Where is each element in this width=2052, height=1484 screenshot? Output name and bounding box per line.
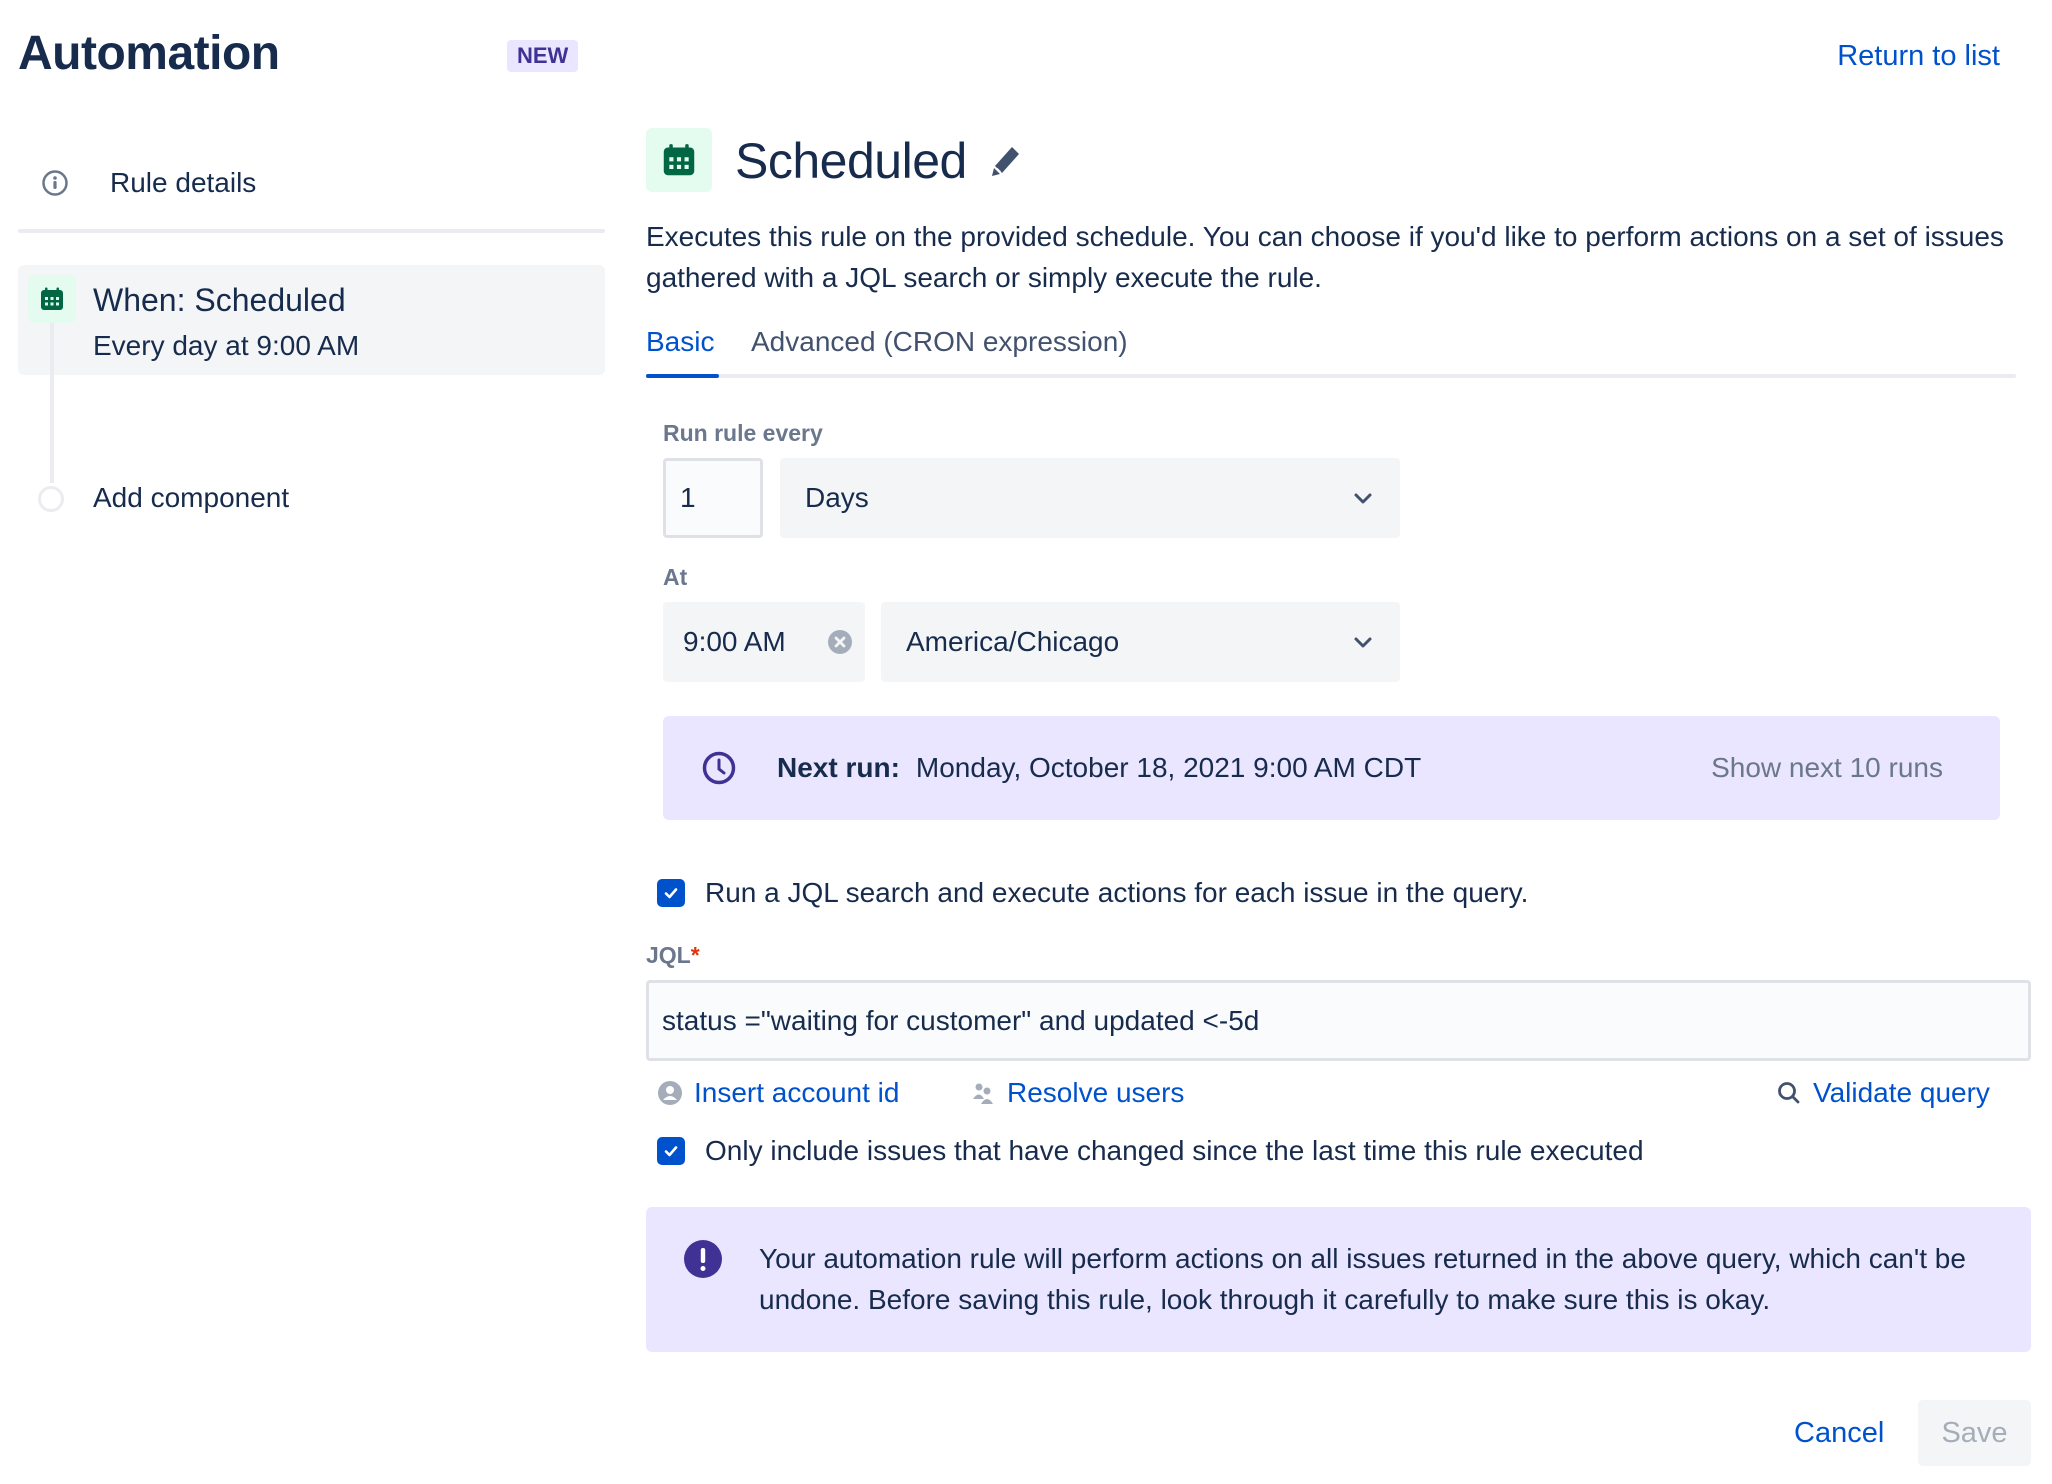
people-icon xyxy=(969,1079,997,1107)
only-changed-issues-label: Only include issues that have changed si… xyxy=(705,1135,1644,1166)
next-run-value: Monday, October 18, 2021 9:00 AM CDT xyxy=(915,752,1422,783)
edit-pencil-icon[interactable] xyxy=(988,143,1024,179)
required-marker: * xyxy=(690,942,700,968)
insert-account-id-link[interactable]: Insert account id xyxy=(656,1077,899,1109)
jql-search-checkbox-label: Run a JQL search and execute actions for… xyxy=(705,877,1529,908)
save-button[interactable]: Save xyxy=(1918,1400,2031,1466)
app-title: Automation xyxy=(18,27,280,80)
sidebar-divider xyxy=(18,229,605,233)
only-changed-issues-checkbox[interactable]: Only include issues that have changed si… xyxy=(657,1135,1644,1167)
timezone-select[interactable]: America/Chicago xyxy=(881,602,1400,682)
clear-icon[interactable] xyxy=(827,629,853,655)
show-next-runs-link[interactable]: Show next 10 runs xyxy=(1711,752,1943,784)
validate-query-link[interactable]: Validate query xyxy=(1775,1077,1990,1109)
next-run-label: Next run: xyxy=(777,752,900,783)
new-badge: NEW xyxy=(507,40,579,72)
next-run-panel: Next run: Monday, October 18, 2021 9:00 … xyxy=(663,716,2000,820)
search-icon xyxy=(1775,1079,1803,1107)
rule-details-label: Rule details xyxy=(110,167,257,198)
warning-message: Your automation rule will perform action… xyxy=(759,1243,1966,1315)
cancel-button[interactable]: Cancel xyxy=(1780,1400,1898,1466)
tab-track xyxy=(646,374,2016,378)
checkbox-checked-icon xyxy=(657,1137,685,1165)
sidebar-item-rule-details[interactable]: Rule details xyxy=(18,160,605,206)
exclamation-icon xyxy=(683,1239,723,1279)
time-value: 9:00 AM xyxy=(683,626,786,657)
resolve-users-label: Resolve users xyxy=(1007,1077,1185,1108)
component-title: Scheduled xyxy=(735,133,967,189)
component-description: Executes this rule on the provided sched… xyxy=(646,221,2004,293)
checkbox-checked-icon xyxy=(657,879,685,907)
interval-unit-value: Days xyxy=(805,482,869,513)
chevron-down-icon xyxy=(1348,627,1378,657)
validate-query-label: Validate query xyxy=(1813,1077,1990,1108)
trigger-subtitle: Every day at 9:00 AM xyxy=(93,330,360,361)
timeline-connector xyxy=(50,323,54,483)
trigger-title: When: Scheduled xyxy=(93,282,346,318)
info-icon xyxy=(40,168,70,198)
return-to-list-link[interactable]: Return to list xyxy=(1837,40,2000,73)
jql-label-text: JQL xyxy=(646,942,691,968)
interval-unit-select[interactable]: Days xyxy=(780,458,1400,538)
resolve-users-link[interactable]: Resolve users xyxy=(969,1077,1184,1109)
clock-icon xyxy=(701,750,737,786)
user-avatar-icon xyxy=(656,1079,684,1107)
interval-number-input[interactable] xyxy=(663,458,763,538)
time-picker[interactable]: 9:00 AM xyxy=(663,602,865,682)
jql-search-checkbox[interactable]: Run a JQL search and execute actions for… xyxy=(657,877,1528,909)
add-component-circle-icon xyxy=(38,486,64,512)
tab-advanced-cron[interactable]: Advanced (CRON expression) xyxy=(751,326,1128,358)
calendar-icon xyxy=(28,275,76,323)
schedule-tabs: Basic Advanced (CRON expression) xyxy=(646,326,2016,380)
scheduled-calendar-icon xyxy=(646,128,712,192)
timezone-value: America/Chicago xyxy=(906,626,1120,657)
add-component-button[interactable]: Add component xyxy=(93,482,289,514)
at-label: At xyxy=(663,564,688,590)
tab-basic[interactable]: Basic xyxy=(646,326,714,358)
run-rule-every-label: Run rule every xyxy=(663,420,823,446)
jql-input[interactable] xyxy=(646,980,2031,1061)
tab-active-indicator xyxy=(646,374,719,378)
jql-label: JQL* xyxy=(646,942,700,969)
chevron-down-icon xyxy=(1348,483,1378,513)
insert-account-id-label: Insert account id xyxy=(694,1077,900,1108)
